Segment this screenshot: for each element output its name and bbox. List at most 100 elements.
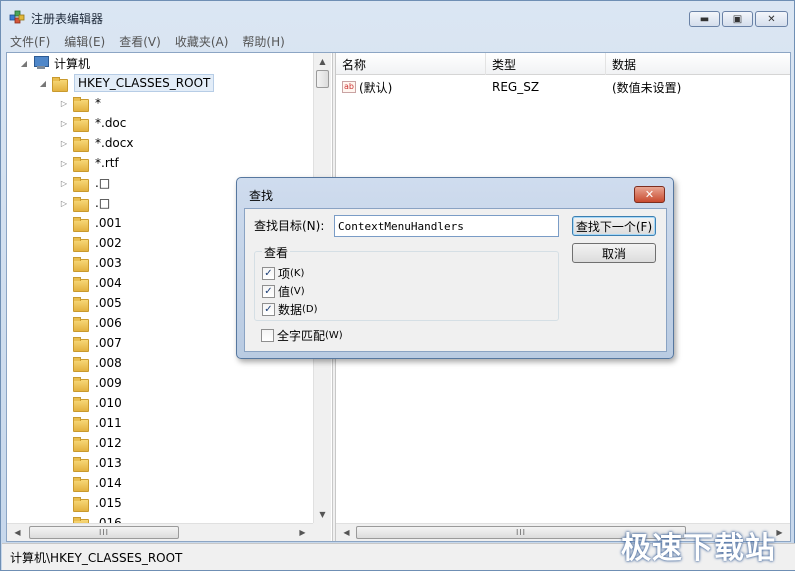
match-whole-string-checkbox[interactable]: 全字匹配 (W) xyxy=(261,327,343,344)
title-bar[interactable]: 注册表编辑器 ▬ ▣ ✕ xyxy=(1,1,794,31)
folder-icon xyxy=(73,356,89,372)
tree-node-computer[interactable]: ◢ 计算机 xyxy=(19,53,90,73)
tree-horizontal-scrollbar[interactable]: ◀ III ▶ xyxy=(7,523,313,541)
expanded-arrow-icon[interactable]: ◢ xyxy=(38,78,48,88)
tree-node[interactable]: .011 xyxy=(59,413,122,433)
folder-icon xyxy=(73,316,89,332)
menu-favorites[interactable]: 收藏夹(A) xyxy=(175,33,229,50)
scroll-left-arrow-icon[interactable]: ◀ xyxy=(338,524,355,541)
column-header-data[interactable]: 数据 xyxy=(606,53,790,75)
folder-icon xyxy=(73,456,89,472)
window-title: 注册表编辑器 xyxy=(31,12,104,26)
find-next-button[interactable]: 查找下一个(F) xyxy=(572,216,656,236)
tree-node[interactable]: ▷ * xyxy=(59,93,101,113)
tree-node[interactable]: .010 xyxy=(59,393,122,413)
tree-node[interactable]: .005 xyxy=(59,293,122,313)
tree-node[interactable]: .013 xyxy=(59,453,122,473)
checkbox-checked-icon[interactable]: ✓ xyxy=(262,267,275,280)
tree-label: .001 xyxy=(95,216,122,230)
menu-view[interactable]: 查看(V) xyxy=(119,33,161,50)
scroll-thumb[interactable]: III xyxy=(29,526,179,539)
tree-node[interactable]: .008 xyxy=(59,353,122,373)
folder-icon xyxy=(73,136,89,152)
scroll-up-arrow-icon[interactable]: ▲ xyxy=(314,53,331,70)
collapsed-arrow-icon[interactable]: ▷ xyxy=(59,198,69,208)
expanded-arrow-icon[interactable]: ◢ xyxy=(19,58,29,68)
maximize-button[interactable]: ▣ xyxy=(722,11,753,27)
scroll-grip-icon: III xyxy=(515,528,527,537)
tree-label: * xyxy=(95,96,101,110)
column-header-name[interactable]: 名称 xyxy=(336,53,486,75)
minimize-button[interactable]: ▬ xyxy=(689,11,720,27)
collapsed-arrow-icon[interactable]: ▷ xyxy=(59,98,69,108)
find-dialog: 查找 ✕ 查找目标(N): 查找下一个(F) 取消 查看 ✓ 项(K) ✓ 值(… xyxy=(236,177,674,359)
find-what-label: 查找目标(N): xyxy=(254,219,325,233)
folder-icon xyxy=(73,236,89,252)
tree-label: .013 xyxy=(95,456,122,470)
registry-editor-window: 注册表编辑器 ▬ ▣ ✕ 文件(F) 编辑(E) 查看(V) 收藏夹(A) 帮助… xyxy=(0,0,795,571)
folder-icon xyxy=(73,216,89,232)
tree-label: .016 xyxy=(95,516,122,523)
tree-node-hkey-classes-root[interactable]: ◢ HKEY_CLASSES_ROOT xyxy=(38,73,215,93)
minimize-icon: ▬ xyxy=(699,13,710,25)
dialog-close-button[interactable]: ✕ xyxy=(634,186,665,203)
find-what-input[interactable] xyxy=(334,215,559,237)
checkbox-unchecked-icon[interactable] xyxy=(261,329,274,342)
tree-node[interactable]: ▷ *.docx xyxy=(59,133,133,153)
close-button[interactable]: ✕ xyxy=(755,11,788,27)
close-icon: ✕ xyxy=(767,13,776,25)
tree-node[interactable]: .003 xyxy=(59,253,122,273)
tree-node[interactable]: .012 xyxy=(59,433,122,453)
tree-node[interactable]: ▷ .□ xyxy=(59,173,110,193)
tree-node[interactable]: .001 xyxy=(59,213,122,233)
tree-node[interactable]: ▷ .□ xyxy=(59,193,110,213)
scroll-thumb[interactable] xyxy=(316,70,329,88)
folder-icon xyxy=(73,276,89,292)
tree-label: .012 xyxy=(95,436,122,450)
menu-file[interactable]: 文件(F) xyxy=(10,33,50,50)
list-item[interactable]: ab (默认) REG_SZ (数值未设置) xyxy=(336,77,790,97)
cancel-button[interactable]: 取消 xyxy=(572,243,656,263)
tree-node[interactable]: .006 xyxy=(59,313,122,333)
tree-node[interactable]: .009 xyxy=(59,373,122,393)
folder-icon xyxy=(73,476,89,492)
scroll-down-arrow-icon[interactable]: ▼ xyxy=(314,506,331,523)
tree-node[interactable]: .007 xyxy=(59,333,122,353)
tree-node[interactable]: .015 xyxy=(59,493,122,513)
collapsed-arrow-icon[interactable]: ▷ xyxy=(59,178,69,188)
collapsed-arrow-icon[interactable]: ▷ xyxy=(59,138,69,148)
folder-icon xyxy=(73,176,89,192)
folder-icon xyxy=(73,156,89,172)
option-keys-checkbox[interactable]: ✓ 项 (K) xyxy=(262,265,304,282)
option-values-checkbox[interactable]: ✓ 值 (V) xyxy=(262,283,305,300)
checkbox-checked-icon[interactable]: ✓ xyxy=(262,285,275,298)
collapsed-arrow-icon[interactable]: ▷ xyxy=(59,158,69,168)
collapsed-arrow-icon[interactable]: ▷ xyxy=(59,118,69,128)
scroll-left-arrow-icon[interactable]: ◀ xyxy=(9,524,26,541)
column-header-type[interactable]: 类型 xyxy=(486,53,606,75)
checkbox-checked-icon[interactable]: ✓ xyxy=(262,303,275,316)
tree-node[interactable]: .004 xyxy=(59,273,122,293)
menu-help[interactable]: 帮助(H) xyxy=(242,33,284,50)
tree-label: .009 xyxy=(95,376,122,390)
tree-node[interactable]: .014 xyxy=(59,473,122,493)
watermark-logo: 极速下载站 xyxy=(621,531,776,566)
tree-node[interactable]: .002 xyxy=(59,233,122,253)
tree-node[interactable]: .016 xyxy=(59,513,122,523)
maximize-icon: ▣ xyxy=(732,13,743,25)
tree-label: .004 xyxy=(95,276,122,290)
folder-icon xyxy=(73,196,89,212)
option-data-checkbox[interactable]: ✓ 数据 (D) xyxy=(262,301,318,318)
tree-node[interactable]: ▷ *.rtf xyxy=(59,153,119,173)
tree-node[interactable]: ▷ *.doc xyxy=(59,113,126,133)
menu-edit[interactable]: 编辑(E) xyxy=(64,33,105,50)
tree-label: .010 xyxy=(95,396,122,410)
tree-label: 计算机 xyxy=(54,56,91,71)
tree-label: .014 xyxy=(95,476,122,490)
tree-label: .002 xyxy=(95,236,122,250)
scroll-right-arrow-icon[interactable]: ▶ xyxy=(294,524,311,541)
